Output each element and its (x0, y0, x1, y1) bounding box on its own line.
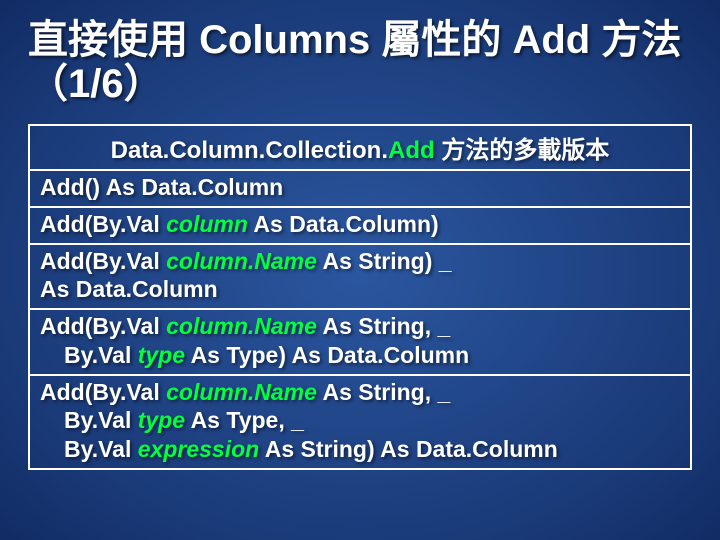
row1-pre: Add(By.Val (40, 211, 166, 237)
row1-post: As Data.Column) (248, 211, 439, 237)
table-header: Data.Column.Collection.Add 方法的多載版本 (30, 126, 690, 171)
row3-pre: Add(By.Val (40, 313, 166, 339)
row4-c1a: By.Val (64, 407, 138, 433)
row4-cont1: By.Val type As Type, _ (40, 406, 680, 435)
row4-param2: expression (138, 436, 259, 462)
row4-c2a: By.Val (64, 436, 138, 462)
table-row: Add(By.Val column.Name As String, _ By.V… (30, 376, 690, 468)
row4-pre: Add(By.Val (40, 379, 166, 405)
header-suffix: 方法的多載版本 (435, 137, 610, 164)
row3-post: As String, _ (317, 313, 450, 339)
row3-c1a: By.Val (64, 342, 138, 368)
slide: 直接使用 Columns 屬性的 Add 方法（1/6） Data.Column… (0, 0, 720, 540)
row4-post: As String, _ (317, 379, 450, 405)
header-add: Add (388, 137, 435, 164)
row1-param: column (166, 211, 248, 237)
row2-param: column.Name (166, 248, 317, 274)
row3-cont1: By.Val type As Type) As Data.Column (40, 341, 680, 370)
overload-table: Data.Column.Collection.Add 方法的多載版本 Add()… (28, 124, 692, 470)
table-row: Add(By.Val column.Name As String) _ As D… (30, 245, 690, 311)
row3-c1b: As Type) As Data.Column (185, 342, 469, 368)
table-row: Add(By.Val column.Name As String, _ By.V… (30, 310, 690, 376)
row2-cont: As Data.Column (40, 276, 218, 302)
row4-param0: column.Name (166, 379, 317, 405)
slide-title: 直接使用 Columns 屬性的 Add 方法（1/6） (28, 18, 692, 106)
row2-post: As String) _ (317, 248, 452, 274)
row3-param0: column.Name (166, 313, 317, 339)
header-class: Data.Column.Collection. (111, 137, 388, 164)
row4-c2b: As String) As Data.Column (259, 436, 558, 462)
table-row: Add() As Data.Column (30, 171, 690, 208)
row4-cont2: By.Val expression As String) As Data.Col… (40, 435, 680, 464)
row4-param1: type (138, 407, 185, 433)
row2-pre: Add(By.Val (40, 248, 166, 274)
row3-param1: type (138, 342, 185, 368)
row4-c1b: As Type, _ (185, 407, 304, 433)
row0-text: Add() As Data.Column (40, 174, 283, 200)
table-row: Add(By.Val column As Data.Column) (30, 208, 690, 245)
